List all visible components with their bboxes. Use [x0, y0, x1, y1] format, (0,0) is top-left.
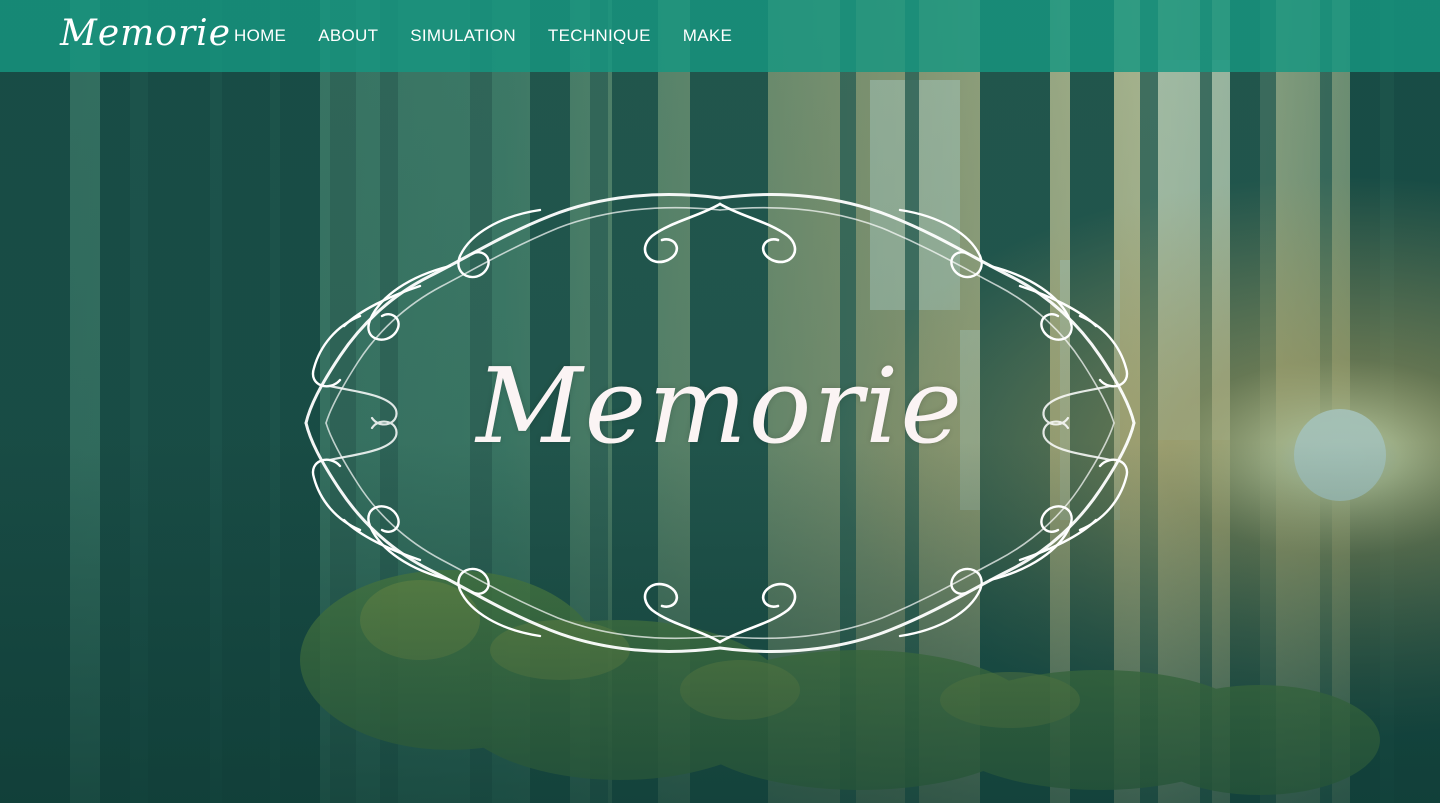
hero-emblem: Memorie: [300, 186, 1140, 660]
nav-link-technique[interactable]: TECHNIQUE: [548, 26, 651, 46]
nav-links: HOME ABOUT SIMULATION TECHNIQUE MAKE: [234, 0, 764, 72]
top-nav-bar: Memorie HOME ABOUT SIMULATION TECHNIQUE …: [0, 0, 1440, 72]
nav-link-make[interactable]: MAKE: [683, 26, 732, 46]
nav-link-about[interactable]: ABOUT: [318, 26, 378, 46]
nav-link-home[interactable]: HOME: [234, 26, 286, 46]
logo[interactable]: Memorie: [60, 8, 231, 60]
nav-link-simulation[interactable]: SIMULATION: [410, 26, 516, 46]
hero-title: Memorie: [476, 345, 964, 467]
